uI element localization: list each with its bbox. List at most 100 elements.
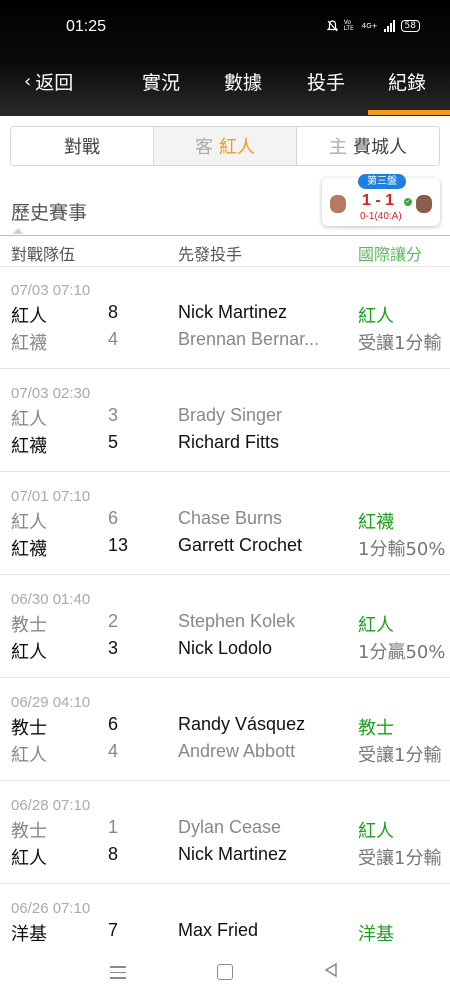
active-tab-indicator xyxy=(368,110,450,115)
col-teams: 對戰隊伍 xyxy=(11,245,76,264)
game-item[interactable]: 06/26 07:10 洋基 7 Max Fried 洋基 xyxy=(0,884,450,946)
starting-pitcher: Dylan Cease xyxy=(178,817,282,837)
tab-stats[interactable]: 數據 xyxy=(224,68,262,95)
team-name: 教士 xyxy=(11,718,47,739)
segment-label: 對戰 xyxy=(64,137,100,158)
team-row: 紅人 8 Nick Martinez 受讓1分輸 xyxy=(0,844,450,870)
team-name: 紅襪 xyxy=(11,539,47,560)
starting-pitcher: Nick Martinez xyxy=(178,302,288,322)
game-item[interactable]: 07/03 07:10 紅人 8 Nick Martinez 紅人 紅襪 4 Brennan … xyxy=(0,266,450,369)
handicap-result: 受讓1分輸 xyxy=(358,333,442,354)
away-pitcher-avatar xyxy=(330,195,346,213)
team-row: 紅襪 13 Garrett Crochet 1分輸50% xyxy=(0,535,450,561)
menu-icon[interactable] xyxy=(110,962,126,983)
team-name: 紅人 xyxy=(11,745,47,766)
team-name: 紅襪 xyxy=(11,333,47,354)
home-icon[interactable] xyxy=(217,964,233,980)
game-item[interactable]: 07/03 02:30 紅人 3 Brady Singer 紅襪 5 Richard Fit… xyxy=(0,369,450,472)
starting-pitcher: Andrew Abbott xyxy=(178,741,296,761)
starting-pitcher: Nick Martinez xyxy=(178,844,288,864)
team-row: 紅人 4 Andrew Abbott 受讓1分輸 xyxy=(0,741,450,767)
starting-pitcher: Brady Singer xyxy=(178,405,283,425)
game-date: 07/03 02:30 xyxy=(11,385,91,402)
handicap-result: 紅人 xyxy=(358,615,394,636)
system-nav-bar xyxy=(0,948,450,1000)
live-score-card[interactable]: 第三盤 1 - 1 ✓ 0-1(40:A) xyxy=(322,174,440,226)
starting-pitcher: Nick Lodolo xyxy=(178,638,273,658)
section-title: 歷史賽事 xyxy=(11,202,88,224)
team-row: 教士 6 Randy Vásquez 教士 xyxy=(0,714,450,740)
team-row: 教士 2 Stephen Kolek 紅人 xyxy=(0,611,450,637)
segment-prefix: 客 xyxy=(195,137,213,158)
team-name: 紅人 xyxy=(11,642,47,663)
team-name: 紅人 xyxy=(11,848,47,869)
team-row: 紅襪 4 Brennan Bernar... 受讓1分輸 xyxy=(0,329,450,355)
game-date: 06/26 07:10 xyxy=(11,900,91,917)
handicap-result: 教士 xyxy=(358,718,394,739)
tab-records[interactable]: 紀錄 xyxy=(388,68,426,95)
team-runs: 3 xyxy=(108,638,119,658)
back-triangle-icon[interactable] xyxy=(323,962,339,983)
starting-pitcher: Max Fried xyxy=(178,920,259,940)
game-date: 07/03 07:10 xyxy=(11,282,91,299)
team-runs: 4 xyxy=(108,329,119,349)
signal-icon xyxy=(383,20,395,32)
live-score: 1 - 1 xyxy=(362,192,395,209)
team-runs: 6 xyxy=(108,508,119,528)
check-icon: ✓ xyxy=(404,198,412,206)
handicap-result: 紅人 xyxy=(358,821,394,842)
segment-away-team[interactable]: 客 紅人 xyxy=(154,127,297,165)
team-runs: 8 xyxy=(108,844,119,864)
team-runs: 2 xyxy=(108,611,119,631)
col-handicap: 國際讓分 xyxy=(358,245,423,264)
mute-bell-icon xyxy=(326,20,338,32)
game-item[interactable]: 06/28 07:10 教士 1 Dylan Cease 紅人 紅人 8 Nick Marti… xyxy=(0,781,450,884)
handicap-result: 洋基 xyxy=(358,924,394,945)
back-label: 返回 xyxy=(35,72,74,94)
network-label: 4G+ xyxy=(361,22,378,30)
game-date: 06/28 07:10 xyxy=(11,797,91,814)
handicap-result: 紅襪 xyxy=(358,512,394,533)
team-runs: 8 xyxy=(108,302,119,322)
game-item[interactable]: 06/29 04:10 教士 6 Randy Vásquez 教士 紅人 4 Andrew A… xyxy=(0,678,450,781)
home-pitcher-avatar xyxy=(416,195,432,213)
battery-icon: 58 xyxy=(400,20,420,32)
top-nav: ‹ 返回 實況 數據 投手 紀錄 xyxy=(0,56,450,116)
team-row: 紅人 8 Nick Martinez 紅人 xyxy=(0,302,450,328)
handicap-result: 1分贏50% xyxy=(358,642,446,663)
chevron-left-icon: ‹ xyxy=(24,71,32,92)
game-item[interactable]: 07/01 07:10 紅人 6 Chase Burns 紅襪 紅襪 13 Garrett C… xyxy=(0,472,450,575)
team-runs: 3 xyxy=(108,405,119,425)
handicap-result: 受讓1分輸 xyxy=(358,848,442,869)
team-row: 紅人 6 Chase Burns 紅襪 xyxy=(0,508,450,534)
team-name: 紅人 xyxy=(11,306,47,327)
team-runs: 13 xyxy=(108,535,129,555)
game-date: 06/30 01:40 xyxy=(11,591,91,608)
back-button[interactable]: ‹ 返回 xyxy=(24,68,73,95)
starting-pitcher: Richard Fitts xyxy=(178,432,280,452)
team-name: 紅人 xyxy=(11,512,47,533)
col-pitchers: 先發投手 xyxy=(178,245,243,264)
team-name: 紅襪 xyxy=(11,436,47,457)
tab-pitchers[interactable]: 投手 xyxy=(307,68,345,95)
team-name: 教士 xyxy=(11,821,47,842)
game-item[interactable]: 06/30 01:40 教士 2 Stephen Kolek 紅人 紅人 3 Nick Lod… xyxy=(0,575,450,678)
volte-label: Vo LTE xyxy=(343,19,354,32)
team-name: 洋基 xyxy=(11,924,47,945)
segment-head-to-head[interactable]: 對戰 xyxy=(11,127,154,165)
game-date: 07/01 07:10 xyxy=(11,488,91,505)
tab-live[interactable]: 實況 xyxy=(142,68,180,95)
team-filter-segment: 對戰 客 紅人 主 費城人 xyxy=(10,126,440,166)
team-row: 教士 1 Dylan Cease 紅人 xyxy=(0,817,450,843)
status-icons: Vo LTE 4G+ 58 xyxy=(326,19,420,32)
segment-home-team[interactable]: 主 費城人 xyxy=(297,127,439,165)
segment-prefix: 主 xyxy=(329,137,347,158)
starting-pitcher: Brennan Bernar... xyxy=(178,329,320,349)
team-runs: 1 xyxy=(108,817,119,837)
team-runs: 6 xyxy=(108,714,119,734)
starting-pitcher: Randy Vásquez xyxy=(178,714,306,734)
app-header: 01:25 Vo LTE 4G+ 58 ‹ 返回 實況 數據 投手 紀錄 xyxy=(0,0,450,116)
starting-pitcher: Stephen Kolek xyxy=(178,611,296,631)
team-runs: 5 xyxy=(108,432,119,452)
section-marker xyxy=(13,228,23,234)
